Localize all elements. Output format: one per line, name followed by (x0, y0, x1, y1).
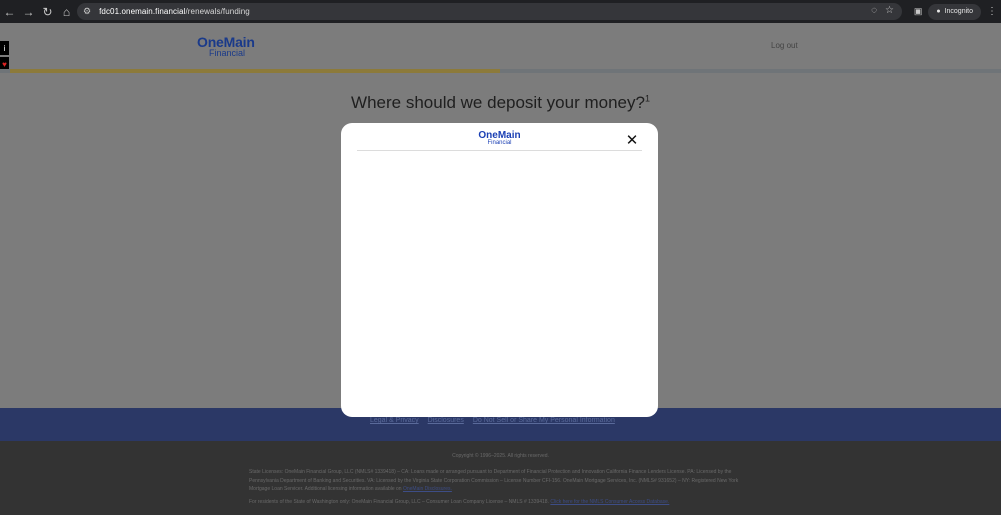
footer-link-disclosures[interactable]: Disclosures (428, 417, 464, 424)
url-path: /renewals/funding (185, 7, 250, 16)
modal-logo-sub: Financial (487, 140, 512, 146)
back-icon[interactable]: ← (0, 0, 19, 23)
browser-toolbar: ← → ↻ ⌂ ⚙ fdc01.onemain.financial/renewa… (0, 0, 1001, 23)
page-title: Where should we deposit your money?1 (0, 93, 1001, 113)
wa-body: For residents of the State of Washington… (249, 499, 549, 505)
footer-links: Legal & Privacy Disclosures Do Not Sell … (370, 417, 615, 424)
info-icon[interactable]: i (0, 41, 9, 55)
eye-off-icon[interactable]: ◌ (871, 5, 877, 16)
nmls-link[interactable]: Click here for the NMLS Consumer Access … (550, 499, 669, 505)
disclosures-link[interactable]: OneMain Disclosures. (403, 486, 452, 492)
copyright: Copyright © 1996–2025. All rights reserv… (452, 453, 549, 459)
site-info-icon[interactable]: ⚙ (83, 6, 91, 17)
legal-body: State Licenses: OneMain Financial Group,… (249, 469, 739, 492)
reload-icon[interactable]: ↻ (38, 0, 57, 23)
modal-divider (357, 150, 642, 151)
close-icon[interactable]: ✕ (625, 133, 639, 148)
menu-icon[interactable]: ⋮ (987, 6, 997, 17)
question-text: Where should we deposit your money? (351, 93, 645, 112)
modal-dialog: OneMain Financial ✕ (341, 123, 658, 417)
incognito-label: Incognito (944, 8, 973, 15)
tab-search-icon[interactable]: ▣ (914, 6, 923, 17)
legal-text: State Licenses: OneMain Financial Group,… (249, 468, 753, 494)
question-footnote: 1 (644, 93, 650, 104)
footer-link-legal[interactable]: Legal & Privacy (370, 417, 419, 424)
footer-link-do-not-sell[interactable]: Do Not Sell or Share My Personal Informa… (473, 417, 615, 424)
url-host: fdc01.onemain.financial (99, 7, 186, 16)
site-logo-sub: Financial (209, 48, 246, 58)
url-text: fdc01.onemain.financial/renewals/funding (99, 7, 250, 16)
progress-fill (10, 69, 500, 73)
address-bar[interactable]: ⚙ fdc01.onemain.financial/renewals/fundi… (77, 3, 902, 20)
site-header: OneMain Financial Log out (0, 23, 1001, 69)
home-icon[interactable]: ⌂ (57, 0, 76, 23)
star-icon[interactable]: ☆ (885, 5, 894, 16)
incognito-icon: ● (936, 8, 941, 15)
logout-link[interactable]: Log out (771, 41, 798, 50)
washington-notice: For residents of the State of Washington… (249, 499, 769, 505)
forward-icon[interactable]: → (19, 0, 38, 23)
incognito-badge[interactable]: ● Incognito (928, 3, 981, 20)
